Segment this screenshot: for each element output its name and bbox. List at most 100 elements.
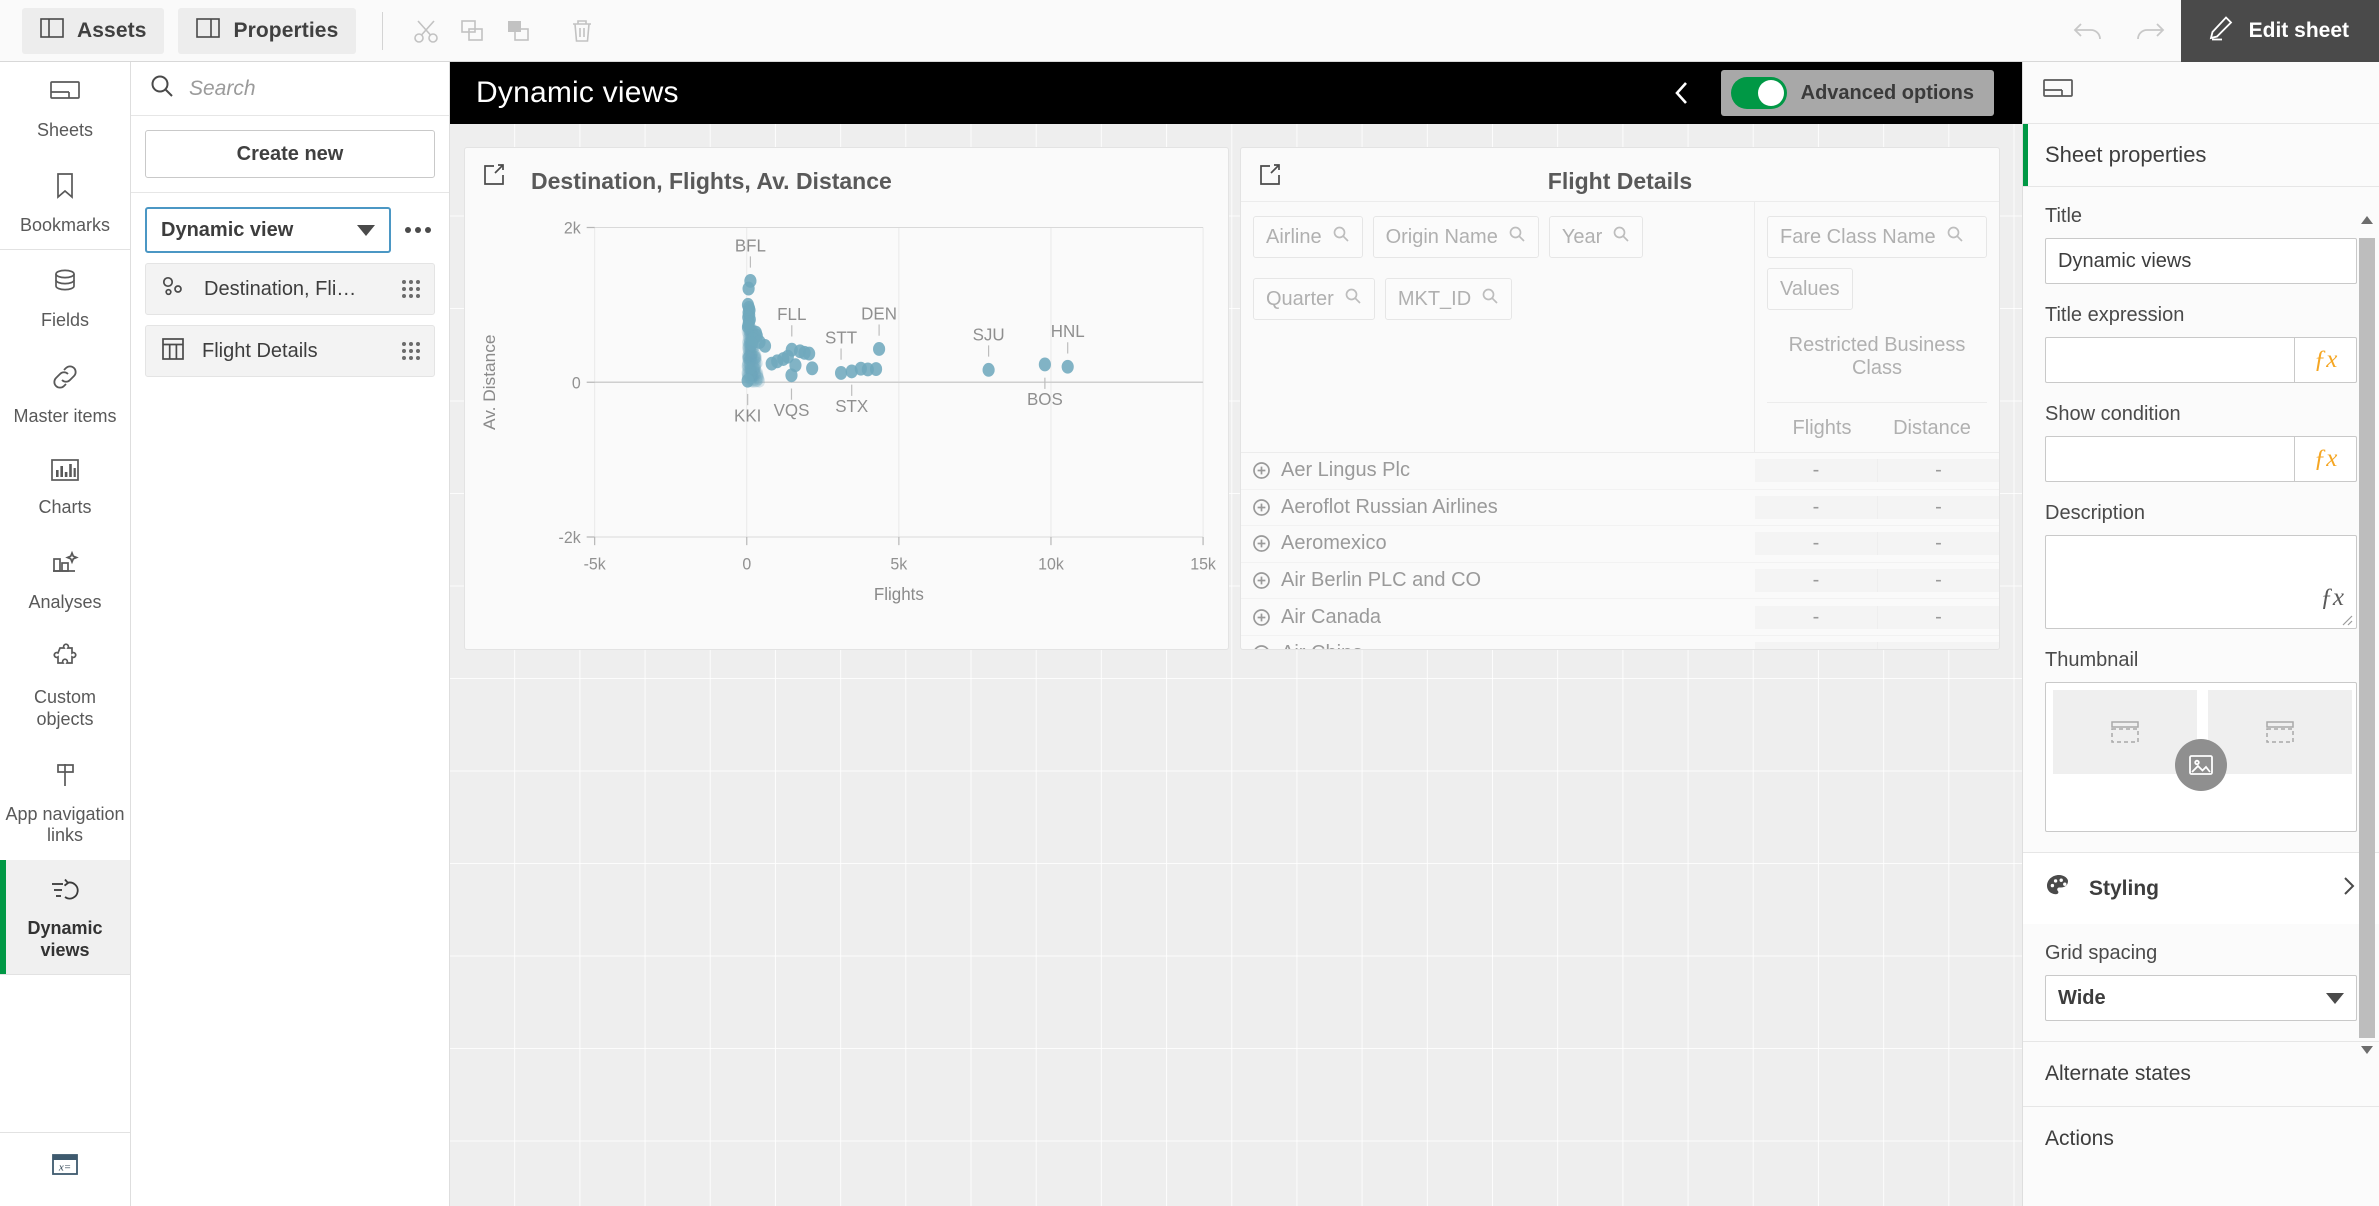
scatter-chart-object[interactable]: Destination, Flights, Av. Distance 2k 0 -2… — [464, 147, 1229, 650]
fx-button[interactable]: ƒx — [2294, 437, 2356, 481]
title-input[interactable]: Dynamic views — [2045, 238, 2357, 284]
table-cell-flights: - — [1755, 495, 1877, 519]
edit-sheet-button[interactable]: Edit sheet — [2180, 0, 2379, 62]
fx-button[interactable]: ƒx — [2294, 338, 2356, 382]
collapse-panel-button[interactable] — [1643, 78, 1721, 108]
expand-plus-icon[interactable] — [1241, 461, 1281, 480]
properties-button[interactable]: Properties — [178, 7, 357, 54]
table-row[interactable]: Air Canada - - — [1241, 599, 1999, 636]
magnifier-icon[interactable] — [1612, 225, 1630, 249]
expand-plus-icon[interactable] — [1241, 644, 1281, 649]
delete-button[interactable] — [559, 8, 605, 54]
table-row[interactable]: Air Berlin PLC and CO - - — [1241, 563, 1999, 600]
sidebar-item-fields[interactable]: Fields — [0, 250, 130, 345]
magnifier-icon[interactable] — [1508, 225, 1526, 249]
fx-button[interactable]: ƒx — [2320, 584, 2344, 612]
pivot-dimension-chip[interactable]: MKT_ID — [1384, 278, 1513, 320]
scrollbar-thumb[interactable] — [2359, 238, 2375, 1038]
pivot-dimension-chip[interactable]: Airline — [1253, 216, 1363, 258]
create-new-button[interactable]: Create new — [145, 130, 435, 178]
list-item[interactable]: Flight Details — [145, 325, 435, 377]
pivot-dimension-chip[interactable]: Year — [1548, 216, 1644, 258]
pivot-rows[interactable]: Aer Lingus Plc - - Aeroflot Russian Airline… — [1241, 452, 1999, 649]
thumbnail-preview[interactable] — [2045, 682, 2357, 832]
sidebar-item-bookmarks[interactable]: Bookmarks — [0, 155, 130, 251]
variables-icon[interactable]: x= — [48, 1151, 82, 1184]
scroll-up-arrow[interactable] — [2359, 212, 2375, 228]
pivot-title: Flight Details — [1547, 168, 1693, 194]
scatter-bubble — [741, 373, 754, 388]
alternate-states-section[interactable]: Alternate states — [2023, 1041, 2379, 1106]
search-input[interactable]: Search — [131, 62, 449, 116]
grid-spacing-value: Wide — [2058, 986, 2106, 1009]
dynamic-view-more-button[interactable] — [401, 227, 435, 233]
assets-button[interactable]: Assets — [22, 7, 165, 54]
table-row[interactable]: Aeromexico - - — [1241, 526, 1999, 563]
scatter-bubble — [834, 366, 848, 380]
magnifier-icon[interactable] — [1946, 225, 1964, 249]
magnifier-icon[interactable] — [1332, 225, 1350, 249]
rail-bottom-group: x= — [0, 1132, 130, 1206]
pivot-dimension-chip[interactable]: Origin Name — [1372, 216, 1539, 258]
sheet-icon[interactable] — [2041, 76, 2075, 109]
advanced-options-toggle[interactable]: Advanced options — [1720, 70, 1994, 116]
sidebar-item-dynamic-views[interactable]: Dynamic views — [0, 860, 130, 976]
table-row[interactable]: Aeroflot Russian Airlines - - — [1241, 490, 1999, 527]
actions-section[interactable]: Actions — [2023, 1106, 2379, 1171]
table-cell-flights: - — [1755, 532, 1877, 556]
sheet-canvas[interactable]: Destination, Flights, Av. Distance 2k 0 -2… — [450, 124, 2022, 1206]
sidebar-item-analyses[interactable]: Analyses — [0, 532, 130, 627]
image-icon[interactable] — [2175, 739, 2227, 791]
pivot-column-chip[interactable]: Fare Class Name — [1767, 216, 1987, 258]
thumbnail-group: Thumbnail — [2045, 649, 2357, 832]
expand-plus-icon[interactable] — [1241, 498, 1281, 517]
chip-label: MKT_ID — [1397, 287, 1472, 310]
expand-plus-icon[interactable] — [1241, 571, 1281, 590]
edit-in-new-window-icon[interactable] — [1257, 162, 1283, 193]
sidebar-item-custom-objects[interactable]: Custom objects — [0, 627, 130, 743]
expand-plus-icon[interactable] — [1241, 534, 1281, 553]
pivot-values-chip[interactable]: Values — [1767, 268, 1853, 310]
copy-button[interactable] — [449, 8, 495, 54]
chip-label: Values — [1780, 277, 1840, 300]
scatter-bubble — [803, 346, 816, 361]
description-textarea[interactable]: ƒx — [2045, 535, 2357, 629]
assets-panel: Search Create new Dynamic view Destinati… — [131, 62, 450, 1206]
undo-button[interactable] — [2057, 0, 2119, 62]
scatter-header: Destination, Flights, Av. Distance — [465, 148, 1228, 201]
expand-plus-icon[interactable] — [1241, 608, 1281, 627]
list-item[interactable]: Destination, Fli… — [145, 263, 435, 315]
grid-spacing-select[interactable]: Wide — [2045, 975, 2357, 1021]
sidebar-item-sheets[interactable]: Sheets — [0, 62, 130, 155]
scatter-bubble — [765, 356, 778, 371]
sidebar-item-master-items[interactable]: Master items — [0, 346, 130, 441]
cut-button[interactable] — [403, 8, 449, 54]
magnifier-icon[interactable] — [1481, 287, 1499, 311]
pivot-dimension-chip[interactable]: Quarter — [1253, 278, 1375, 320]
table-row[interactable]: Aer Lingus Plc - - — [1241, 453, 1999, 490]
sidebar-item-app-navigation-links[interactable]: App navigation links — [0, 744, 130, 860]
title-expression-input[interactable] — [2046, 338, 2294, 382]
drag-handle[interactable] — [402, 280, 420, 298]
scatter-plot[interactable]: 2k 0 -2k -5k 0 5k 10k 15k Flights Av. Distance BFL… — [465, 201, 1228, 649]
table-cell-flights: - — [1755, 642, 1877, 649]
resize-handle[interactable] — [2339, 612, 2353, 626]
properties-scroll-area[interactable]: Title Dynamic views Title expression ƒx … — [2023, 187, 2379, 1206]
edit-in-new-window-icon[interactable] — [481, 162, 507, 193]
toolbar-right-group: Edit sheet — [2057, 0, 2379, 62]
sidebar-item-charts[interactable]: Charts — [0, 441, 130, 532]
dynamic-view-select[interactable]: Dynamic view — [145, 207, 391, 253]
magnifier-icon[interactable] — [1344, 287, 1362, 311]
table-row[interactable]: Air China-- — [1241, 636, 1999, 649]
scroll-down-arrow[interactable] — [2359, 1042, 2375, 1058]
properties-scrollbar[interactable] — [2359, 212, 2375, 1058]
drag-handle[interactable] — [402, 342, 420, 360]
pivot-table-object[interactable]: Flight Details Airline Origin Name Year Qua… — [1240, 147, 2000, 650]
redo-button[interactable] — [2119, 0, 2181, 62]
sheet-area: Dynamic views Advanced options Destinati… — [450, 62, 2022, 1206]
show-condition-input[interactable] — [2046, 437, 2294, 481]
paste-button[interactable] — [495, 8, 541, 54]
bookmark-icon — [52, 171, 78, 206]
toggle-switch[interactable] — [1730, 77, 1787, 109]
styling-section[interactable]: Styling — [2023, 852, 2379, 924]
